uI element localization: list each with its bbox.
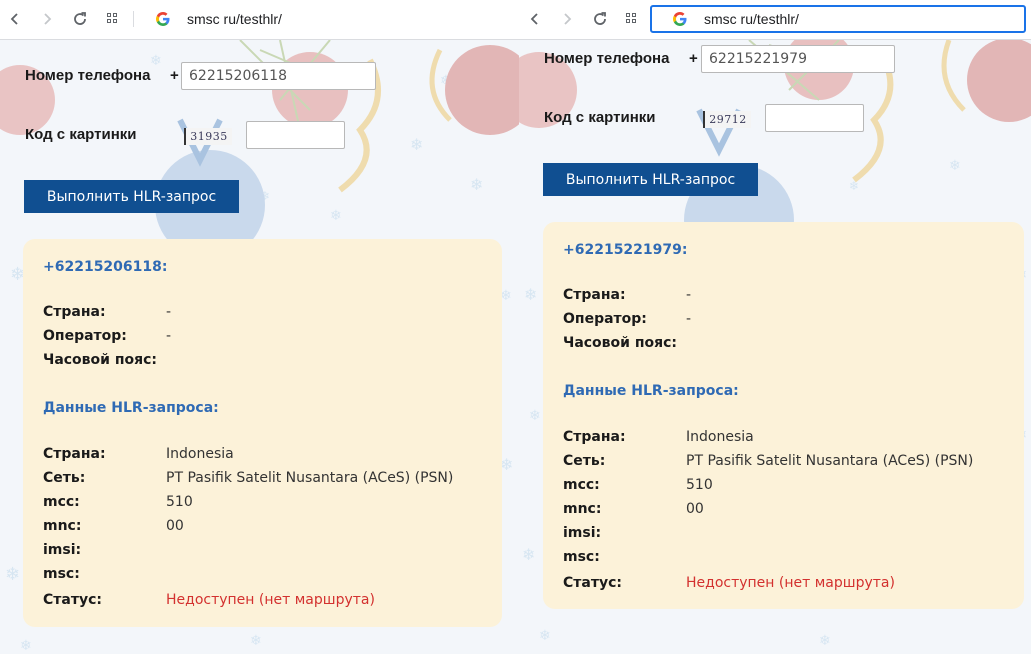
result-phone: +62215206118:	[43, 259, 168, 275]
result-phone: +62215221979:	[563, 242, 688, 258]
hlr-submit-button[interactable]: Выполнить HLR-запрос	[543, 163, 758, 196]
captcha-image: 31935	[184, 128, 232, 145]
svg-text:❄: ❄	[819, 633, 831, 649]
svg-text:❄: ❄	[470, 175, 483, 194]
captcha-label: Код с картинки	[25, 126, 137, 143]
hlr-section-title: Данные HLR-запроса:	[563, 383, 739, 399]
captcha-label: Код с картинки	[544, 109, 656, 126]
svg-text:❄: ❄	[330, 208, 342, 224]
hlr-section-title: Данные HLR-запроса:	[43, 400, 219, 416]
url-text: smsc ru/testhlr/	[187, 11, 282, 27]
phone-input[interactable]	[701, 45, 895, 73]
forward-arrow-icon[interactable]	[36, 8, 58, 30]
svg-text:❄: ❄	[849, 179, 859, 193]
browser-window-right: smsc ru/testhlr/ ❄❄ ❄❄ ❄❄ ❄❄ ❄❄ ❄❄	[519, 0, 1031, 654]
address-bar[interactable]: smsc ru/testhlr/	[650, 5, 1026, 33]
address-bar[interactable]: smsc ru/testhlr/	[150, 5, 510, 33]
svg-text:❄: ❄	[410, 135, 423, 154]
status-value: Недоступен (нет маршрута)	[166, 592, 375, 608]
reload-icon[interactable]	[589, 8, 611, 30]
captcha-image: 29712	[703, 111, 751, 128]
back-arrow-icon[interactable]	[524, 8, 546, 30]
phone-label: Номер телефона	[25, 67, 151, 84]
plus-sign: +	[689, 50, 698, 67]
url-text: smsc ru/testhlr/	[704, 11, 799, 27]
svg-text:❄: ❄	[949, 158, 961, 174]
status-value: Недоступен (нет маршрута)	[686, 575, 895, 591]
apps-grid-icon[interactable]	[626, 13, 637, 24]
captcha-input[interactable]	[765, 104, 864, 132]
page-content: ❄❄ ❄❄ ❄❄ ❄❄ ❄❄ ❄❄ Номер телефона + Код с…	[519, 40, 1031, 654]
svg-text:❄: ❄	[539, 628, 551, 644]
page-content: ❄❄ ❄❄ ❄❄ ❄❄ ❄❄ ❄❄ ❄❄ Номер телефона + Ко	[0, 40, 519, 654]
svg-text:❄: ❄	[20, 638, 32, 654]
phone-label: Номер телефона	[544, 50, 670, 67]
svg-text:❄: ❄	[250, 633, 262, 649]
forward-arrow-icon[interactable]	[556, 8, 578, 30]
svg-text:❄: ❄	[522, 545, 535, 564]
google-g-icon	[672, 11, 688, 27]
toolbar-divider	[133, 11, 134, 27]
browser-window-left: smsc ru/testhlr/ ❄❄ ❄❄ ❄❄ ❄❄ ❄❄ ❄❄ ❄❄	[0, 0, 519, 654]
browser-toolbar: smsc ru/testhlr/	[519, 0, 1031, 40]
back-arrow-icon[interactable]	[4, 8, 26, 30]
google-g-icon	[155, 11, 171, 27]
browser-toolbar: smsc ru/testhlr/	[0, 0, 519, 40]
hlr-submit-button[interactable]: Выполнить HLR-запрос	[24, 180, 239, 213]
plus-sign: +	[170, 67, 179, 84]
apps-grid-icon[interactable]	[107, 13, 118, 24]
captcha-input[interactable]	[246, 121, 345, 149]
svg-text:❄: ❄	[5, 564, 20, 585]
phone-input[interactable]	[181, 62, 376, 90]
svg-text:❄: ❄	[524, 285, 537, 304]
reload-icon[interactable]	[69, 8, 91, 30]
result-card: +62215221979: Страна: - Оператор: - Часово…	[543, 222, 1024, 609]
svg-text:❄: ❄	[150, 53, 162, 69]
svg-text:❄: ❄	[529, 408, 541, 424]
result-card: +62215206118: Страна: - Оператор: - Часово…	[23, 239, 502, 627]
svg-text:❄: ❄	[500, 455, 513, 474]
